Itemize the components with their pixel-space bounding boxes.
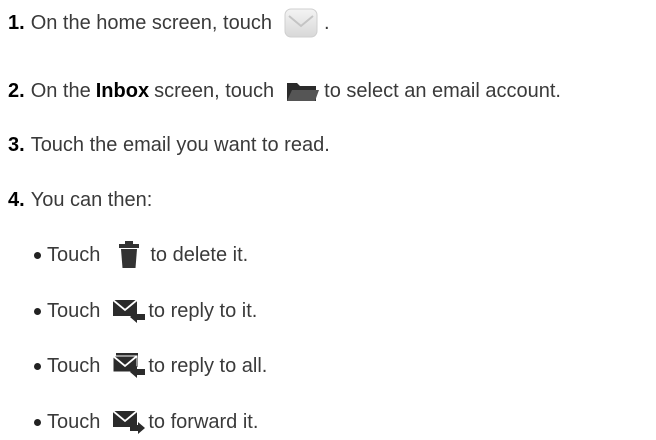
step-number: 3. [8,134,25,156]
step-3: 3. Touch the email you want to read. [8,132,330,158]
bullet-dot [34,362,41,370]
step-text: On the [30,80,91,102]
reply-all-icon [112,353,146,379]
bullet-text: to reply to it. [148,300,258,322]
email-app-icon [284,8,318,38]
inbox-label: Inbox [95,80,150,102]
step-text-end: to select an email account. [324,80,561,102]
forward-icon [112,409,146,435]
bullet-touch: Touch [47,355,101,377]
bullet-text: to delete it. [150,244,249,266]
step-number: 2. [8,80,25,102]
bullet-reply: Touch to reply to it. [34,298,257,324]
bullet-dot [34,418,41,426]
bullet-dot [34,307,41,315]
step-1: 1. On the home screen, touch . [8,8,330,38]
step-number: 4. [8,189,25,211]
bullet-delete: Touch to delete it. [34,241,248,269]
step-text: You can then: [30,189,153,211]
instruction-document: 1. On the home screen, touch . 2. On the… [0,0,656,440]
step-text: Touch the email you want to read. [30,134,330,156]
step-text: On the home screen, touch [30,12,272,34]
trash-icon [118,241,140,269]
bullet-reply-all: Touch to reply to all. [34,353,267,379]
bullet-dot [34,251,41,259]
bullet-text: to forward it. [148,411,259,433]
bullet-touch: Touch [47,244,101,266]
step-2: 2. On the Inbox screen, touch to select … [8,78,561,104]
step-text-end: . [323,12,330,34]
bullet-forward: Touch to forward it. [34,409,258,435]
step-text-mid: screen, touch [154,80,275,102]
reply-icon [112,298,146,324]
folder-icon [286,80,320,102]
step-number: 1. [8,12,25,34]
bullet-text: to reply to all. [148,355,268,377]
bullet-touch: Touch [47,300,101,322]
step-4: 4. You can then: [8,187,152,213]
bullet-touch: Touch [47,411,101,433]
